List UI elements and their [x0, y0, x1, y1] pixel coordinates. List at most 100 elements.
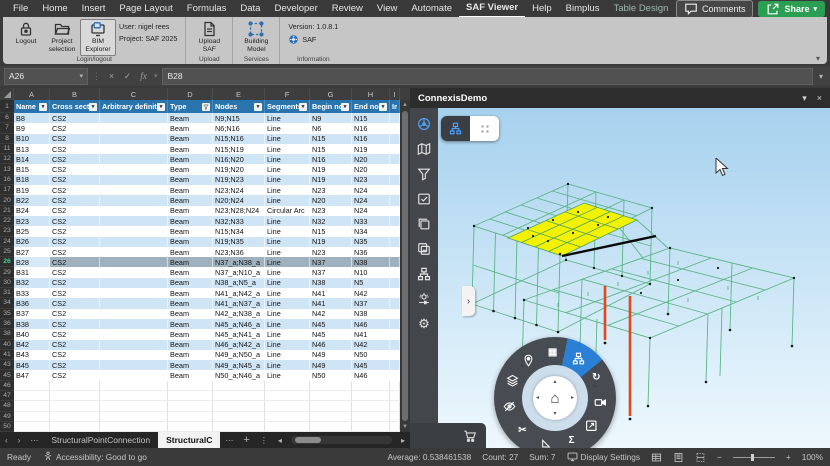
- cell[interactable]: B33: [14, 288, 50, 298]
- row-number[interactable]: 49: [0, 412, 14, 422]
- cell[interactable]: [390, 350, 400, 360]
- cell[interactable]: [100, 278, 168, 288]
- cell[interactable]: Beam: [168, 298, 213, 308]
- cell[interactable]: Beam: [168, 237, 213, 247]
- cell[interactable]: CS2: [50, 144, 100, 154]
- hierarchy-icon[interactable]: [416, 266, 432, 282]
- table-row[interactable]: 12B14CS2BeamN16;N20LineN16N20: [0, 154, 410, 164]
- insert-function-button[interactable]: fx: [137, 71, 150, 81]
- cell[interactable]: [390, 175, 400, 185]
- row-number[interactable]: 45: [0, 370, 14, 380]
- cell[interactable]: [100, 329, 168, 339]
- cell[interactable]: Beam: [168, 154, 213, 164]
- name-box[interactable]: A26 ▾: [4, 68, 88, 85]
- cell[interactable]: N41: [310, 288, 352, 298]
- cell[interactable]: [390, 278, 400, 288]
- duplicate-model-icon[interactable]: [416, 241, 432, 257]
- cell[interactable]: B19: [14, 185, 50, 195]
- hscroll-left-icon[interactable]: ◂: [273, 436, 287, 445]
- cell[interactable]: N19: [310, 175, 352, 185]
- cell[interactable]: B25: [14, 226, 50, 236]
- cell[interactable]: Line: [265, 216, 310, 226]
- cell[interactable]: B9: [14, 123, 50, 133]
- row-number[interactable]: 43: [0, 360, 14, 370]
- table-column-header-nodes[interactable]: Nodes▾: [213, 100, 265, 113]
- cell[interactable]: [352, 412, 390, 422]
- cell[interactable]: [100, 237, 168, 247]
- cell[interactable]: [50, 412, 100, 422]
- wheel-layers-icon[interactable]: [504, 373, 520, 389]
- task-pane-collapse-icon[interactable]: ▾: [802, 93, 807, 104]
- cell[interactable]: [100, 164, 168, 174]
- cell[interactable]: Beam: [168, 134, 213, 144]
- scroll-down-icon[interactable]: ▼: [402, 422, 408, 432]
- cell[interactable]: [390, 381, 400, 391]
- cell[interactable]: [168, 381, 213, 391]
- zoom-slider-thumb[interactable]: [751, 454, 754, 461]
- cell[interactable]: Beam: [168, 360, 213, 370]
- cell[interactable]: [100, 206, 168, 216]
- cell[interactable]: Line: [265, 267, 310, 277]
- filter-dropdown-icon[interactable]: ▾: [157, 103, 165, 111]
- table-row[interactable]: 20B22CS2BeamN20;N24LineN20N24: [0, 195, 410, 205]
- horizontal-scroll-thumb[interactable]: [295, 437, 321, 443]
- cart-icon[interactable]: [463, 429, 477, 443]
- ribbon-tab-table-design[interactable]: Table Design: [606, 0, 675, 17]
- cell[interactable]: B38: [14, 319, 50, 329]
- table-column-header-cross-section[interactable]: Cross section▾: [50, 100, 100, 113]
- cell[interactable]: B23: [14, 216, 50, 226]
- cell[interactable]: CS2: [50, 278, 100, 288]
- cell[interactable]: N35: [352, 237, 390, 247]
- table-row[interactable]: 48: [0, 401, 410, 411]
- view-page-break-button[interactable]: [695, 452, 706, 463]
- wheel-camera-icon[interactable]: [593, 394, 609, 410]
- cell[interactable]: N15: [310, 144, 352, 154]
- cell[interactable]: [390, 154, 400, 164]
- cell[interactable]: N38: [352, 309, 390, 319]
- filter-dropdown-icon[interactable]: ▾: [299, 103, 307, 111]
- cell[interactable]: N15: [310, 226, 352, 236]
- row-number[interactable]: 29: [0, 267, 14, 277]
- cell[interactable]: CS2: [50, 267, 100, 277]
- cell[interactable]: B42: [14, 340, 50, 350]
- cell[interactable]: Beam: [168, 164, 213, 174]
- cell[interactable]: [390, 195, 400, 205]
- cell[interactable]: [352, 381, 390, 391]
- ribbon-tab-data[interactable]: Data: [233, 0, 267, 17]
- hscroll-right-icon[interactable]: ▸: [396, 436, 410, 445]
- grid-view-toggle[interactable]: [470, 116, 499, 141]
- cell[interactable]: B40: [14, 329, 50, 339]
- view-normal-button[interactable]: [651, 452, 662, 463]
- cell[interactable]: Line: [265, 226, 310, 236]
- cell[interactable]: [390, 144, 400, 154]
- cell[interactable]: [310, 391, 352, 401]
- cell[interactable]: CS2: [50, 134, 100, 144]
- cell[interactable]: N42: [310, 309, 352, 319]
- cell[interactable]: [390, 113, 400, 123]
- cell[interactable]: N10: [352, 267, 390, 277]
- cell[interactable]: Beam: [168, 329, 213, 339]
- select-all-corner[interactable]: [0, 88, 14, 100]
- cell[interactable]: [390, 412, 400, 422]
- cell[interactable]: Beam: [168, 278, 213, 288]
- row-number[interactable]: 30: [0, 278, 14, 288]
- cell[interactable]: [100, 257, 168, 267]
- table-column-header-name[interactable]: Name▾: [14, 100, 50, 113]
- cell[interactable]: [100, 298, 168, 308]
- cell[interactable]: N19: [310, 237, 352, 247]
- cell[interactable]: N16: [352, 134, 390, 144]
- cell[interactable]: N37: [310, 257, 352, 267]
- cell[interactable]: CS2: [50, 226, 100, 236]
- row-number[interactable]: 41: [0, 350, 14, 360]
- cell[interactable]: [168, 391, 213, 401]
- ribbon-tab-review[interactable]: Review: [325, 0, 370, 17]
- cell[interactable]: N38: [352, 257, 390, 267]
- cell[interactable]: Line: [265, 185, 310, 195]
- scroll-up-icon[interactable]: ▲: [402, 100, 408, 110]
- cell[interactable]: [168, 401, 213, 411]
- row-number[interactable]: 17: [0, 185, 14, 195]
- cell[interactable]: Beam: [168, 113, 213, 123]
- cell[interactable]: [265, 412, 310, 422]
- upload-saf-button[interactable]: Upload SAF: [191, 19, 227, 56]
- cell[interactable]: [100, 226, 168, 236]
